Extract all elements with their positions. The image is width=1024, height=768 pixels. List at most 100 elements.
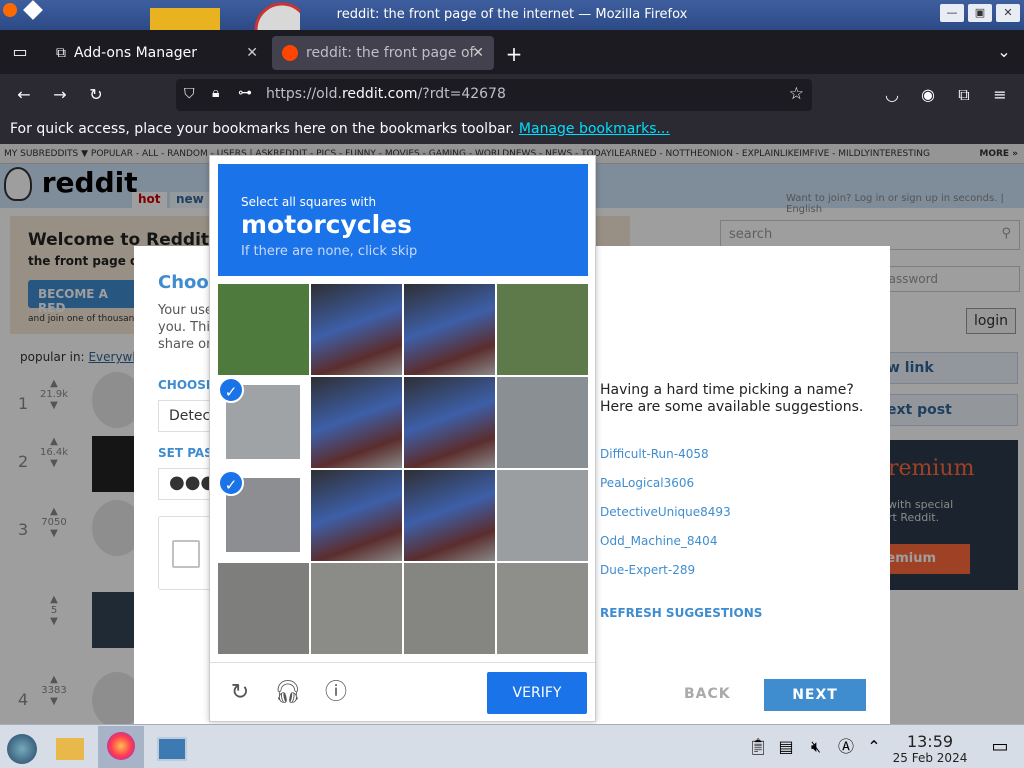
captcha-tile[interactable]: ✓ — [218, 470, 309, 561]
screen: reddit: the front page of the internet —… — [0, 0, 1024, 768]
next-button[interactable]: NEXT — [764, 679, 866, 711]
captcha-target: motorcycles — [241, 210, 413, 239]
firefox-view-icon[interactable]: ▭ — [10, 42, 30, 61]
captcha-tile[interactable] — [404, 563, 495, 654]
taskbar: 📋︎ ▤ 🔇︎ Ⓐ ⌃ 13:59 25 Feb 2024 ▭ — [0, 724, 1024, 768]
captcha-tile-image — [218, 284, 309, 375]
minimize-button[interactable]: — — [940, 4, 964, 22]
suggestion-link[interactable]: DetectiveUnique8493 — [600, 505, 731, 519]
captcha-challenge: Select all squares with motorcycles If t… — [209, 155, 596, 722]
clock-time: 13:59 — [906, 732, 954, 751]
captcha-tile[interactable]: ✓ — [218, 377, 309, 468]
captcha-tile[interactable] — [497, 377, 588, 468]
url-domain: reddit.com — [341, 86, 418, 102]
password-label: SET PAS — [158, 446, 213, 460]
captcha-tile[interactable] — [311, 377, 402, 468]
new-tab-button[interactable]: + — [504, 42, 524, 66]
tab-bar: ▭ ⧉ Add-ons Manager ✕ reddit: the front … — [0, 30, 1024, 74]
username-label: CHOOSE — [158, 378, 215, 392]
bookmark-star-icon[interactable]: ☆ — [789, 84, 804, 104]
list-tabs-chevron-icon[interactable]: ⌄ — [994, 42, 1014, 61]
captcha-tile[interactable] — [218, 284, 309, 375]
audio-challenge-icon[interactable]: 🎧︎ — [274, 679, 302, 707]
terminal-icon[interactable] — [154, 729, 190, 765]
firefox-taskbar-icon[interactable] — [98, 726, 144, 768]
tile-selected-check-icon: ✓ — [218, 377, 244, 403]
captcha-tile-image — [497, 470, 588, 561]
window-title: reddit: the front page of the internet —… — [336, 7, 688, 22]
back-arrow-icon[interactable]: ← — [14, 85, 34, 104]
menu-hamburger-icon[interactable]: ≡ — [990, 85, 1010, 104]
captcha-tile[interactable] — [218, 563, 309, 654]
tab-close-icon[interactable]: ✕ — [246, 45, 258, 61]
url-path: /?rdt=42678 — [417, 86, 506, 102]
clock[interactable]: 13:59 25 Feb 2024 — [888, 732, 972, 765]
captcha-tile[interactable] — [497, 284, 588, 375]
captcha-tile[interactable] — [404, 470, 495, 561]
suggestion-link[interactable]: Odd_Machine_8404 — [600, 534, 717, 548]
manage-bookmarks-link[interactable]: Manage bookmarks... — [519, 121, 670, 137]
url-prefix: https://old. — [266, 86, 342, 102]
captcha-tile[interactable] — [404, 284, 495, 375]
captcha-footer: ↻ 🎧︎ ⓘ VERIFY — [210, 662, 595, 722]
captcha-tile[interactable] — [311, 470, 402, 561]
suggestion-link[interactable]: Due-Expert-289 — [600, 563, 695, 577]
captcha-tile-image — [497, 284, 588, 375]
puzzle-icon: ⧉ — [56, 45, 66, 61]
pocket-icon[interactable]: ◡ — [882, 85, 902, 104]
tab-addons-manager[interactable]: ⧉ Add-ons Manager ✕ — [46, 36, 268, 70]
suggestion-link[interactable]: PeaLogical3606 — [600, 476, 694, 490]
captcha-tile[interactable] — [497, 470, 588, 561]
start-menu-icon[interactable] — [4, 729, 40, 765]
account-icon[interactable]: ◉ — [918, 85, 938, 104]
window-titlebar: reddit: the front page of the internet —… — [0, 0, 1024, 30]
maximize-button[interactable]: ▣ — [968, 4, 992, 22]
captcha-tile[interactable] — [311, 563, 402, 654]
extensions-icon[interactable]: ⧉ — [954, 85, 974, 105]
hint-line1: Having a hard time picking a name? — [600, 382, 854, 398]
captcha-tile[interactable] — [311, 284, 402, 375]
captcha-header: Select all squares with motorcycles If t… — [218, 164, 588, 276]
reload-icon[interactable]: ↻ — [86, 85, 106, 104]
url-text[interactable]: https://old.reddit.com/?rdt=42678 — [266, 86, 506, 102]
captcha-skip-hint: If there are none, click skip — [241, 244, 418, 259]
show-desktop-icon[interactable]: ▭ — [982, 729, 1018, 765]
reload-challenge-icon[interactable]: ↻ — [226, 679, 254, 707]
captcha-tile-image — [311, 284, 402, 375]
username-hint: Having a hard time picking a name? Here … — [600, 382, 863, 416]
reddit-icon — [282, 45, 298, 61]
info-icon[interactable]: ⓘ — [322, 679, 350, 707]
clock-date: 25 Feb 2024 — [892, 751, 968, 765]
captcha-grid: ✓ ✓ — [218, 284, 588, 654]
captcha-tile-image — [311, 470, 402, 561]
lock-icon[interactable]: 🔒︎ — [212, 85, 219, 101]
tray-expand-icon[interactable]: ⌃ — [856, 729, 892, 765]
nav-bar: ← → ↻ ⛉ 🔒︎ ⊶ https://old.reddit.com/?rdt… — [0, 74, 1024, 116]
captcha-instruction: Select all squares with — [241, 195, 377, 209]
tab-close-icon[interactable]: ✕ — [472, 45, 484, 61]
back-button[interactable]: BACK — [684, 686, 731, 702]
captcha-tile-image — [497, 563, 588, 654]
hint-line2: Here are some available suggestions. — [600, 399, 864, 415]
file-manager-icon[interactable] — [52, 729, 88, 765]
tile-selected-check-icon: ✓ — [218, 470, 244, 496]
captcha-tile[interactable] — [404, 377, 495, 468]
verify-button[interactable]: VERIFY — [487, 672, 587, 714]
captcha-tile-image — [404, 563, 495, 654]
shield-icon[interactable]: ⛉ — [184, 86, 195, 102]
recaptcha-checkbox[interactable] — [172, 540, 200, 568]
captcha-tile-image — [497, 377, 588, 468]
tab-reddit[interactable]: reddit: the front page of ✕ — [272, 36, 494, 70]
permissions-icon[interactable]: ⊶ — [238, 85, 252, 101]
forward-arrow-icon[interactable]: → — [50, 85, 70, 104]
tab-label: Add-ons Manager — [74, 45, 197, 61]
tab-label: reddit: the front page of — [306, 45, 475, 61]
captcha-tile-image — [404, 470, 495, 561]
refresh-suggestions-button[interactable]: REFRESH SUGGESTIONS — [600, 606, 762, 620]
url-bar[interactable]: ⛉ 🔒︎ ⊶ https://old.reddit.com/?rdt=42678… — [176, 79, 812, 111]
captcha-tile[interactable] — [497, 563, 588, 654]
close-window-button[interactable]: ✕ — [996, 4, 1020, 22]
captcha-tile-image — [218, 563, 309, 654]
captcha-tile-image — [404, 377, 495, 468]
suggestion-link[interactable]: Difficult-Run-4058 — [600, 447, 709, 461]
